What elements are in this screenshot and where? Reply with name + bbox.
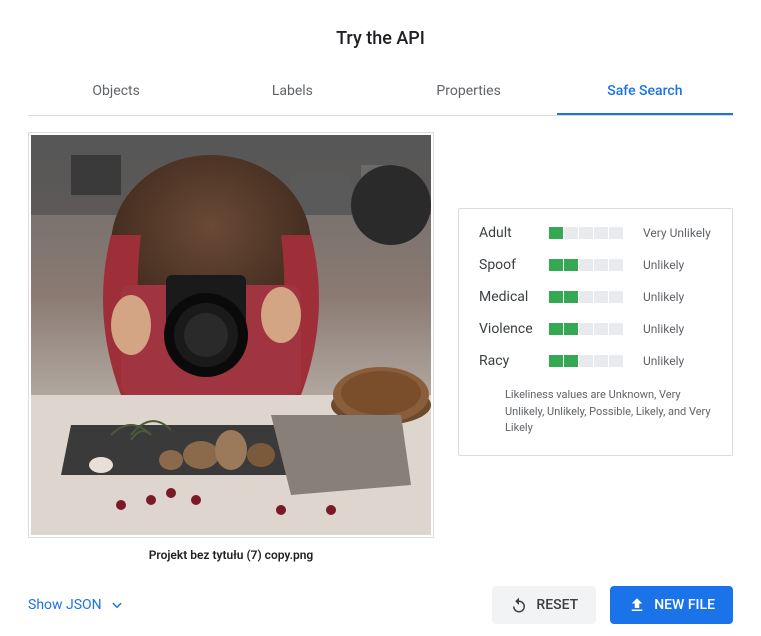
bar-segment	[609, 291, 623, 303]
page-title: Try the API	[28, 28, 733, 49]
result-label: Violence	[479, 321, 549, 337]
likelihood-bar	[549, 227, 629, 239]
result-row: Violence Unlikely	[479, 321, 712, 337]
tab-objects[interactable]: Objects	[28, 69, 204, 115]
result-row: Medical Unlikely	[479, 289, 712, 305]
bar-segment	[564, 227, 578, 239]
bar-segment	[564, 323, 578, 335]
new-file-label: NEW FILE	[654, 597, 715, 613]
bar-segment	[564, 291, 578, 303]
upload-icon	[628, 596, 646, 614]
result-label: Racy	[479, 353, 549, 369]
bar-segment	[549, 259, 563, 271]
bar-segment	[594, 323, 608, 335]
bar-segment	[594, 227, 608, 239]
result-value: Unlikely	[643, 290, 684, 304]
image-preview	[28, 132, 434, 538]
chevron-down-icon	[108, 596, 126, 614]
bar-segment	[579, 259, 593, 271]
bar-segment	[549, 355, 563, 367]
result-value: Unlikely	[643, 258, 684, 272]
bar-segment	[579, 291, 593, 303]
reset-label: RESET	[536, 597, 578, 613]
likelihood-bar	[549, 355, 629, 367]
hint-text: Likeliness values are Unknown, Very Unli…	[479, 387, 712, 437]
bar-segment	[579, 355, 593, 367]
action-buttons: RESET NEW FILE	[492, 586, 733, 624]
bar-segment	[609, 355, 623, 367]
reset-icon	[510, 596, 528, 614]
result-value: Unlikely	[643, 322, 684, 336]
tabs-bar: Objects Labels Properties Safe Search	[28, 69, 733, 116]
result-label: Adult	[479, 225, 549, 241]
result-row: Spoof Unlikely	[479, 257, 712, 273]
bar-segment	[594, 291, 608, 303]
result-value: Unlikely	[643, 354, 684, 368]
show-json-label: Show JSON	[28, 597, 102, 613]
bar-segment	[549, 227, 563, 239]
bar-segment	[609, 259, 623, 271]
bar-segment	[564, 355, 578, 367]
image-column: Projekt bez tytułu (7) copy.png	[28, 132, 434, 562]
filename-label: Projekt bez tytułu (7) copy.png	[28, 548, 434, 562]
bar-segment	[594, 259, 608, 271]
bar-segment	[579, 323, 593, 335]
result-label: Spoof	[479, 257, 549, 273]
bar-segment	[549, 323, 563, 335]
result-row: Adult Very Unlikely	[479, 225, 712, 241]
tab-properties[interactable]: Properties	[381, 69, 557, 115]
result-value: Very Unlikely	[643, 226, 711, 240]
likelihood-bar	[549, 259, 629, 271]
tab-labels[interactable]: Labels	[204, 69, 380, 115]
likelihood-bar	[549, 323, 629, 335]
bar-segment	[579, 227, 593, 239]
new-file-button[interactable]: NEW FILE	[610, 586, 733, 624]
result-label: Medical	[479, 289, 549, 305]
show-json-link[interactable]: Show JSON	[28, 596, 126, 614]
bar-segment	[609, 227, 623, 239]
results-panel: Adult Very Unlikely Spoof Unlikely Medical Un…	[458, 208, 733, 456]
result-row: Racy Unlikely	[479, 353, 712, 369]
uploaded-image	[31, 135, 431, 535]
likelihood-bar	[549, 291, 629, 303]
bar-segment	[549, 291, 563, 303]
reset-button[interactable]: RESET	[492, 586, 596, 624]
bar-segment	[609, 323, 623, 335]
bar-segment	[564, 259, 578, 271]
tab-safe-search[interactable]: Safe Search	[557, 69, 733, 115]
bar-segment	[594, 355, 608, 367]
